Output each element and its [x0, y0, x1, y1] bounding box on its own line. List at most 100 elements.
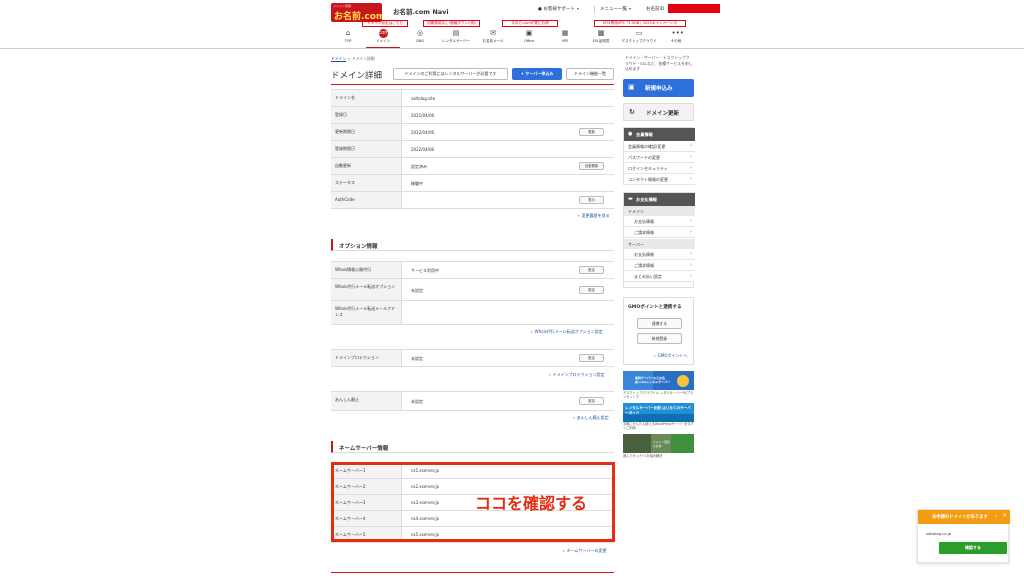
sidebar-item-domain-payment[interactable]: お支払情報 › — [624, 216, 695, 227]
sidebar-item-password[interactable]: パスワードの変更 › — [624, 152, 695, 163]
chevron-down-icon[interactable]: ⌄ — [994, 513, 998, 519]
nav-top[interactable]: ⌂ TOP — [331, 29, 365, 48]
sidebar-item-server-billing[interactable]: ご請求情報 › — [624, 260, 695, 271]
gmo-points-link[interactable]: › GMOポイントへ — [654, 353, 687, 359]
anshin-value: 未設定 — [411, 399, 423, 404]
breadcrumb-separator: > — [347, 56, 351, 61]
arrow-right-icon: › — [549, 372, 551, 377]
gmo-register-button[interactable]: 新規登録 — [637, 333, 682, 344]
breadcrumb-home[interactable]: ドメイン — [331, 56, 346, 61]
sidebar-item-login-security[interactable]: ログインセキュリティ › — [624, 163, 695, 174]
rental-server-notice-button[interactable]: ドメインのご利用にはレンタルサーバーが必要です — [393, 68, 508, 80]
new-application-button[interactable]: ▣ 新規申込み — [623, 79, 694, 97]
change-history-link[interactable]: › 変更履歴を見る — [578, 213, 610, 219]
mail-icon: ✉ — [490, 29, 496, 37]
sidebar-item-label: ご請求情報 — [634, 230, 654, 235]
domain-renew-button[interactable]: ↻ ドメイン更新 — [623, 103, 694, 121]
sidebar-item-label: まとめ払い設定 — [634, 274, 662, 279]
table-row: 登録期限日 2022/04/06 — [331, 141, 614, 158]
ad-banner-guide[interactable]: レンタルサーバー比較 はじめてのサーバーガイド — [623, 403, 694, 422]
whois-proxy-value: サービス利用中 — [411, 268, 439, 273]
table-row: ステータス 稼働中 — [331, 175, 614, 192]
gmo-points-label: GMOポイントへ — [657, 353, 688, 358]
nameserver-change-link[interactable]: › ネームサーバーの変更 — [563, 548, 607, 554]
popup-confirm-button[interactable]: 確認する — [939, 542, 1007, 554]
anshin-setting-button[interactable]: 設定 — [579, 397, 604, 405]
options-section-header: オプション情報 — [331, 239, 614, 251]
whois-forward-option-link[interactable]: › Whois代行メール転送オプション設定 — [531, 329, 603, 335]
annotation-text: ココを確認する — [475, 494, 588, 513]
table-row: あんしん廃止 未設定 設定 — [331, 392, 614, 411]
chevron-right-icon: › — [690, 273, 692, 279]
authcode-show-button[interactable]: 表示 — [579, 196, 604, 204]
sidebar-item-member-edit[interactable]: 会員情報の確認/変更 › — [624, 141, 695, 152]
sidebar-intro: ドメイン・サーバー・デスクトップクラウド・SSLなど、各種サービスを申し込めます — [625, 55, 693, 71]
whois-proxy-setting-button[interactable]: 設定 — [579, 266, 604, 274]
nav-ssl[interactable]: ▩ SSL証明書 — [584, 29, 618, 48]
ad-banner-server[interactable]: 無料サーバーならお名前.comレンタルサーバー — [623, 371, 694, 390]
nav-rental-server[interactable]: ▤ レンタルサーバー — [439, 29, 473, 48]
promo-banner-3[interactable]: 今なら.comが更にお得 — [502, 20, 558, 27]
nav-desktop-cloud[interactable]: ▭ デスクトップクラウド — [620, 29, 658, 48]
anshin-link[interactable]: › あんしん廃止設定 — [573, 415, 609, 421]
unapplied-domain-popup: 未申請のドメインがあります ⌄ × saltolog.co.jp 確認する — [917, 509, 1010, 563]
sidebar-item-contact[interactable]: コンタクト情報の変更 › — [624, 174, 695, 185]
renew-button[interactable]: 更新 — [579, 128, 604, 136]
whois-mail-forward-setting-button[interactable]: 設定 — [579, 286, 604, 294]
server-apply-label: サーバー申込み — [525, 71, 554, 76]
domain-protection-link[interactable]: › ドメインプロテクション設定 — [549, 372, 605, 378]
row-label: ステータス — [331, 175, 402, 191]
plus-icon: + — [520, 71, 524, 76]
menu-list[interactable]: メニュー一覧 ▾ — [600, 6, 631, 12]
breadcrumb: ドメイン > ドメイン詳細 — [331, 56, 375, 62]
promo-banner-2[interactable]: 初期費用なし!価格ダウン!(例) — [423, 20, 480, 27]
nav-label: DNS — [416, 39, 424, 43]
close-icon[interactable]: × — [1002, 512, 1007, 519]
support-menu[interactable]: ● お客様サポート ▾ — [538, 6, 579, 12]
table-row: AuthCode 表示 — [331, 192, 614, 209]
row-label: あんしん廃止 — [331, 392, 402, 410]
server-icon: ▤ — [452, 29, 460, 37]
breadcrumb-current: ドメイン詳細 — [351, 56, 375, 61]
server-apply-button[interactable]: + サーバー申込み — [512, 68, 562, 80]
chevron-right-icon: › — [690, 218, 692, 224]
sidebar-item-server-payment[interactable]: お支払情報 › — [624, 249, 695, 260]
member-id-label: お名前ID — [646, 6, 664, 12]
nav-dns[interactable]: ◎ DNS — [403, 29, 437, 48]
gmo-link-button[interactable]: 連携する — [637, 318, 682, 329]
ad-caption: 遊んでガッカリ!お悩み解決 — [623, 454, 663, 458]
globe-icon: ◎ — [416, 29, 424, 37]
sidebar-item-bulk-payment[interactable]: まとめ払い設定 › — [624, 271, 695, 282]
registration-date-value: 2021/04/06 — [411, 113, 435, 118]
domain-protection-label: ドメインプロテクション設定 — [552, 372, 605, 377]
home-icon: ⌂ — [345, 29, 351, 37]
redacted-member-id — [668, 4, 720, 13]
chevron-right-icon: › — [690, 229, 692, 235]
arrow-right-icon: › — [578, 213, 580, 218]
promo-banner-4[interactable]: MT4専用VPS「1.5GB」2021キャンペーン中 — [594, 20, 686, 27]
row-label: ドメインプロテクション — [331, 350, 402, 366]
chevron-down-icon: ▾ — [576, 6, 579, 11]
domain-functions-button[interactable]: ドメイン機能一覧 — [566, 68, 614, 80]
nav-more[interactable]: ••• その他 — [659, 29, 693, 48]
promo-banner-1[interactable]: ドメイン設定はこちら — [362, 20, 408, 27]
ad-banner-photo[interactable]: ドメイン更新もお得 — [623, 434, 694, 453]
sidebar-item-label: お支払情報 — [634, 219, 654, 224]
row-label: ドメイン名 — [331, 90, 402, 106]
nav-vps[interactable]: ▦ VPS — [548, 29, 582, 48]
nav-mail[interactable]: ✉ お名前メール — [476, 29, 510, 48]
nav-office[interactable]: ▣ Office — [512, 29, 546, 48]
auto-renew-button[interactable]: 自動更新 — [579, 162, 604, 170]
chevron-right-icon: › — [690, 251, 692, 257]
section-divider — [331, 572, 614, 573]
member-info-box: ● 会員情報 会員情報の確認/変更 › パスワードの変更 › ログインセキュリティ ›… — [623, 127, 695, 185]
row-label: 登録期限日 — [331, 141, 402, 157]
desktop-icon: ▭ — [635, 29, 643, 37]
domain-name-value: saltolog.site — [411, 96, 436, 101]
nav-domain[interactable]: com ドメイン — [366, 29, 400, 48]
sidebar-item-domain-billing[interactable]: ご請求情報 › — [624, 227, 695, 238]
user-icon: ● — [628, 131, 633, 137]
row-label: Whois代行メール転送メールアドレス — [331, 301, 402, 324]
sidebar-item-label: ご請求情報 — [634, 263, 654, 268]
protection-setting-button[interactable]: 設定 — [579, 354, 604, 362]
